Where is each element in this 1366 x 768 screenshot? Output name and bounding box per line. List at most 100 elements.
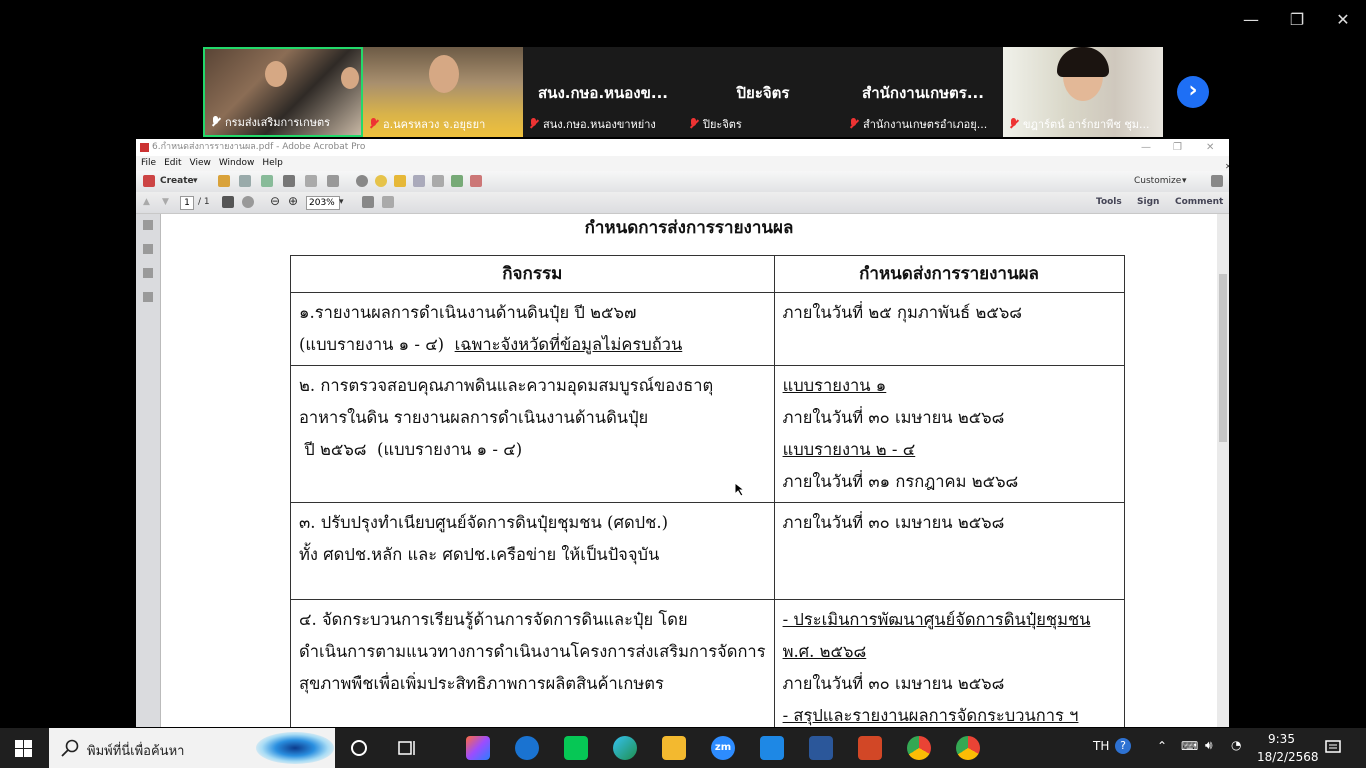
- document-viewer[interactable]: กำหนดการส่งการรายงานผล กิจกรรม กำหนดส่งก…: [161, 214, 1217, 727]
- cortana-icon[interactable]: [350, 739, 368, 757]
- chrome-profile-icon[interactable]: [956, 736, 980, 760]
- scrollbar-thumb[interactable]: [1219, 274, 1227, 442]
- comment-bubble-icon[interactable]: [375, 175, 387, 187]
- chrome-icon[interactable]: [907, 736, 931, 760]
- powerpoint-icon[interactable]: [858, 736, 882, 760]
- edit-icon[interactable]: [305, 175, 317, 187]
- menu-file[interactable]: File: [141, 158, 156, 168]
- activity-line: ดำเนินการตามแนวทางการดำเนินงานโครงการส่ง…: [299, 642, 766, 661]
- zoom-in-icon[interactable]: ⊕: [288, 194, 298, 208]
- menu-view[interactable]: View: [190, 158, 211, 168]
- activity-line: สุขภาพพืชเพื่อเพิ่มประสิทธิภาพการผลิตสิน…: [299, 674, 664, 693]
- participant-tile[interactable]: กรมส่งเสริมการเกษตร: [203, 47, 363, 137]
- save-icon[interactable]: [239, 175, 251, 187]
- file-explorer-icon[interactable]: [662, 736, 686, 760]
- search-highlight-image[interactable]: [256, 732, 334, 764]
- customize-button[interactable]: Customize: [1134, 176, 1181, 186]
- volume-icon[interactable]: 🔊︎: [1205, 738, 1213, 753]
- fullscreen-icon[interactable]: [1211, 175, 1223, 187]
- sign-tab[interactable]: Sign: [1137, 197, 1159, 207]
- page-thumbnails-icon[interactable]: [143, 220, 153, 230]
- attachments-icon[interactable]: [143, 268, 153, 278]
- tools-tab[interactable]: Tools: [1096, 197, 1122, 207]
- windows-start-icon[interactable]: [15, 740, 32, 757]
- zoom-app-icon[interactable]: zm: [711, 736, 735, 760]
- participant-display-name: สนง.กษอ.หนองข...: [538, 84, 668, 102]
- zoom-dropdown-icon[interactable]: ▾: [339, 197, 344, 207]
- show-hidden-icons-icon[interactable]: ⌃: [1157, 739, 1167, 753]
- acrobat-nav-toolbar: ▲ ▼ 1 / 1 ⊖ ⊕ 203% ▾ Tools Sign Comment: [136, 192, 1229, 214]
- select-tool-icon[interactable]: [222, 196, 234, 208]
- export-icon[interactable]: [451, 175, 463, 187]
- participant-tile[interactable]: ขฎาร์ตน์ อาร์กยาพีช ชุม...: [1003, 47, 1163, 137]
- restore-window-button[interactable]: ❐: [1285, 8, 1309, 32]
- deadline-line: ภายในวันที่ ๓๐ เมษายน ๒๕๖๘: [782, 674, 1005, 693]
- upload-icon[interactable]: [261, 175, 273, 187]
- help-icon[interactable]: ?: [1115, 738, 1131, 754]
- copilot-icon[interactable]: [466, 736, 490, 760]
- hand-tool-icon[interactable]: [242, 196, 254, 208]
- edge-icon[interactable]: [613, 736, 637, 760]
- menu-edit[interactable]: Edit: [164, 158, 181, 168]
- mic-muted-icon: [689, 118, 699, 130]
- activity-cell: ๔. จัดกระบวนการเรียนรู้ด้านการจัดการดินแ…: [290, 599, 775, 727]
- create-button[interactable]: Create: [160, 176, 194, 186]
- signatures-icon[interactable]: [143, 292, 153, 302]
- vertical-scrollbar[interactable]: [1217, 214, 1229, 727]
- acrobat-minimize-button[interactable]: —: [1141, 139, 1151, 156]
- print-icon[interactable]: [283, 175, 295, 187]
- customize-dropdown-icon[interactable]: ▾: [1182, 176, 1187, 186]
- notifications-icon[interactable]: [1325, 740, 1341, 756]
- zoom-out-icon[interactable]: ⊖: [270, 194, 280, 208]
- close-window-button[interactable]: ✕: [1331, 8, 1355, 32]
- taskbar-search-box[interactable]: พิมพ์ที่นี่เพื่อค้นหา: [49, 728, 335, 768]
- calendar-icon[interactable]: [760, 736, 784, 760]
- participant-name: ขฎาร์ตน์ อาร์กยาพีช ชุม...: [1009, 115, 1159, 133]
- bookmarks-icon[interactable]: [143, 244, 153, 254]
- acrobat-restore-button[interactable]: ❐: [1173, 139, 1182, 156]
- zoom-level-input[interactable]: 203%: [306, 196, 340, 210]
- create-dropdown-icon[interactable]: ▾: [193, 176, 198, 186]
- sign-icon[interactable]: [470, 175, 482, 187]
- input-language[interactable]: TH: [1093, 739, 1109, 753]
- next-participants-button[interactable]: ›: [1177, 76, 1209, 108]
- deadline-cell: - ประเมินการพัฒนาศูนย์จัดการดินปุ๋ยชุมชน…: [773, 599, 1125, 727]
- activity-line: อาหารในดิน รายงานผลการดำเนินงานด้านดินปุ…: [299, 408, 649, 427]
- comment-tab[interactable]: Comment: [1175, 197, 1223, 207]
- network-icon[interactable]: ◔: [1231, 738, 1241, 752]
- previous-page-icon[interactable]: ▲: [143, 197, 150, 207]
- task-view-icon[interactable]: [398, 739, 418, 757]
- participant-tile[interactable]: สำนักงานเกษตร... สำนักงานเกษตรอำเภอยุ...: [843, 47, 1003, 137]
- email-icon[interactable]: [327, 175, 339, 187]
- keyboard-icon[interactable]: ⌨: [1181, 739, 1198, 753]
- participant-tile[interactable]: อ.นครหลวง จ.อยุธยา: [363, 47, 523, 137]
- fit-width-icon[interactable]: [382, 196, 394, 208]
- open-folder-icon[interactable]: [218, 175, 230, 187]
- line-app-icon[interactable]: [564, 736, 588, 760]
- sticky-note-icon[interactable]: [394, 175, 406, 187]
- menu-help[interactable]: Help: [262, 158, 283, 168]
- participant-face: [265, 61, 287, 87]
- fit-page-icon[interactable]: [362, 196, 374, 208]
- acrobat-close-button[interactable]: ✕: [1206, 139, 1214, 156]
- header-deadline: กำหนดส่งการรายงานผล: [773, 255, 1125, 293]
- settings-icon[interactable]: [356, 175, 368, 187]
- participant-display-name: ปิยะจิตร: [736, 84, 790, 102]
- participant-tile[interactable]: ปิยะจิตร ปิยะจิตร: [683, 47, 843, 137]
- next-page-icon[interactable]: ▼: [162, 197, 169, 207]
- deadline-line: ภายในวันที่ ๓๑ กรกฎาคม ๒๕๖๘: [782, 472, 1019, 491]
- clock-date[interactable]: 18/2/2568: [1257, 750, 1319, 764]
- minimize-window-button[interactable]: —: [1239, 8, 1263, 32]
- markup-icon[interactable]: [413, 175, 425, 187]
- stamp-icon[interactable]: [432, 175, 444, 187]
- header-activity: กิจกรรม: [290, 255, 775, 293]
- page-number-input[interactable]: 1: [180, 196, 194, 210]
- word-icon[interactable]: [809, 736, 833, 760]
- clock-time[interactable]: 9:35: [1268, 732, 1295, 746]
- participant-tile[interactable]: สนง.กษอ.หนองข... สนง.กษอ.หนองขาหย่าง: [523, 47, 683, 137]
- menu-window[interactable]: Window: [219, 158, 255, 168]
- mic-muted-icon: [849, 118, 859, 130]
- participant-label: ขฎาร์ตน์ อาร์กยาพีช ชุม...: [1023, 118, 1150, 131]
- edge-legacy-icon[interactable]: [515, 736, 539, 760]
- activity-line: ทั้ง ศดปช.หลัก และ ศดปช.เครือข่าย ให้เป็…: [299, 545, 660, 564]
